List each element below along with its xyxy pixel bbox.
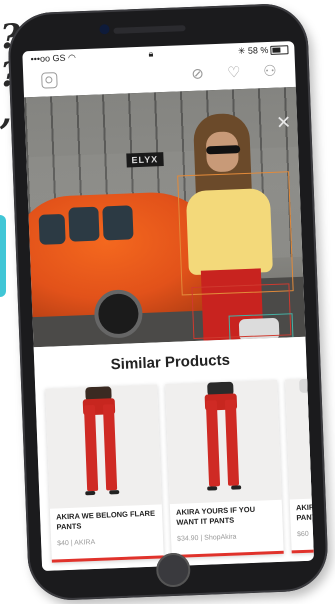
product-card[interactable]: AKIRA YOURS IF YOU WANT IT PANTS $34.90 …	[165, 379, 284, 559]
product-accent-underline	[51, 555, 164, 563]
bluetooth-icon: ✳	[237, 45, 246, 57]
product-name: AKIRA WE BELONG FLARE PANTS	[55, 508, 156, 531]
heart-icon[interactable]: ♡	[227, 64, 241, 82]
front-camera	[99, 24, 110, 35]
product-pants-leg	[205, 400, 221, 487]
product-shoe	[109, 490, 120, 495]
product-store: AKIRA	[74, 538, 96, 547]
battery-icon	[270, 45, 289, 55]
product-meta: $60	[297, 531, 309, 538]
product-shoe	[231, 485, 242, 490]
carrier-label: •••oo GS ◠	[30, 52, 76, 65]
phone-screen: •••oo GS ◠ 🔒︎ ✳ 58 % ⊘ ♡ ⚇ ELYX ✕ Simila…	[22, 40, 315, 572]
product-name: AKIRA YOURS IF YOU WANT IT PANTS	[175, 504, 256, 527]
product-price: $34.90	[176, 535, 199, 543]
product-meta: $34.90 | ShopAkira	[177, 534, 237, 543]
instagram-icon[interactable]	[41, 72, 58, 89]
close-icon[interactable]: ✕	[276, 112, 292, 133]
product-shoe	[207, 486, 218, 491]
car-window	[102, 205, 134, 241]
photo-sunglasses	[206, 145, 241, 155]
detection-box-top[interactable]	[177, 171, 294, 296]
speaker-grille	[113, 25, 186, 34]
car-window	[68, 206, 100, 242]
home-button[interactable]	[155, 552, 191, 588]
product-carousel[interactable]: AKIRA WE BELONG FLARE PANTS $40 | AKIRA	[45, 376, 315, 564]
carrier-text: •••oo GS	[30, 52, 66, 65]
product-card[interactable]: AKIRA WE BELONG FLARE PANTS $40 | AKIRA	[45, 384, 164, 563]
background-accent-tile	[0, 215, 6, 297]
product-pants-leg	[102, 404, 118, 491]
product-image	[45, 384, 162, 509]
street-style-photo[interactable]: ELYX ✕	[24, 86, 306, 348]
status-right: ✳ 58 %	[238, 45, 269, 57]
product-name: AKIR PANTS	[295, 502, 315, 522]
product-image	[285, 378, 315, 500]
photo-sign: ELYX	[126, 152, 164, 168]
product-image	[165, 379, 282, 505]
product-price: $60	[296, 530, 309, 539]
profile-icon[interactable]: ⚇	[263, 63, 277, 81]
compass-icon[interactable]: ⊘	[191, 65, 204, 82]
battery-percent: 58 %	[247, 44, 269, 56]
product-pants-leg	[224, 399, 240, 486]
product-pants-leg	[83, 404, 99, 492]
product-card[interactable]: AKIR PANTS $60	[285, 378, 315, 554]
similar-products-panel: Similar Products AKIRA WE BELONG FLARE P…	[33, 336, 315, 572]
product-store: ShopAkira	[204, 533, 237, 542]
phone-frame: •••oo GS ◠ 🔒︎ ✳ 58 % ⊘ ♡ ⚇ ELYX ✕ Simila…	[6, 2, 330, 602]
product-accent-underline	[171, 550, 284, 559]
product-price: $40	[57, 539, 70, 548]
product-torso	[299, 378, 315, 394]
wifi-icon: ◠	[67, 52, 77, 63]
product-accent-underline	[291, 548, 315, 554]
similar-products-title: Similar Products	[110, 351, 231, 374]
product-meta: $40 | AKIRA	[57, 539, 95, 547]
car-window	[38, 213, 66, 245]
lock-icon: 🔒︎	[148, 48, 154, 59]
product-shoe	[85, 490, 96, 496]
